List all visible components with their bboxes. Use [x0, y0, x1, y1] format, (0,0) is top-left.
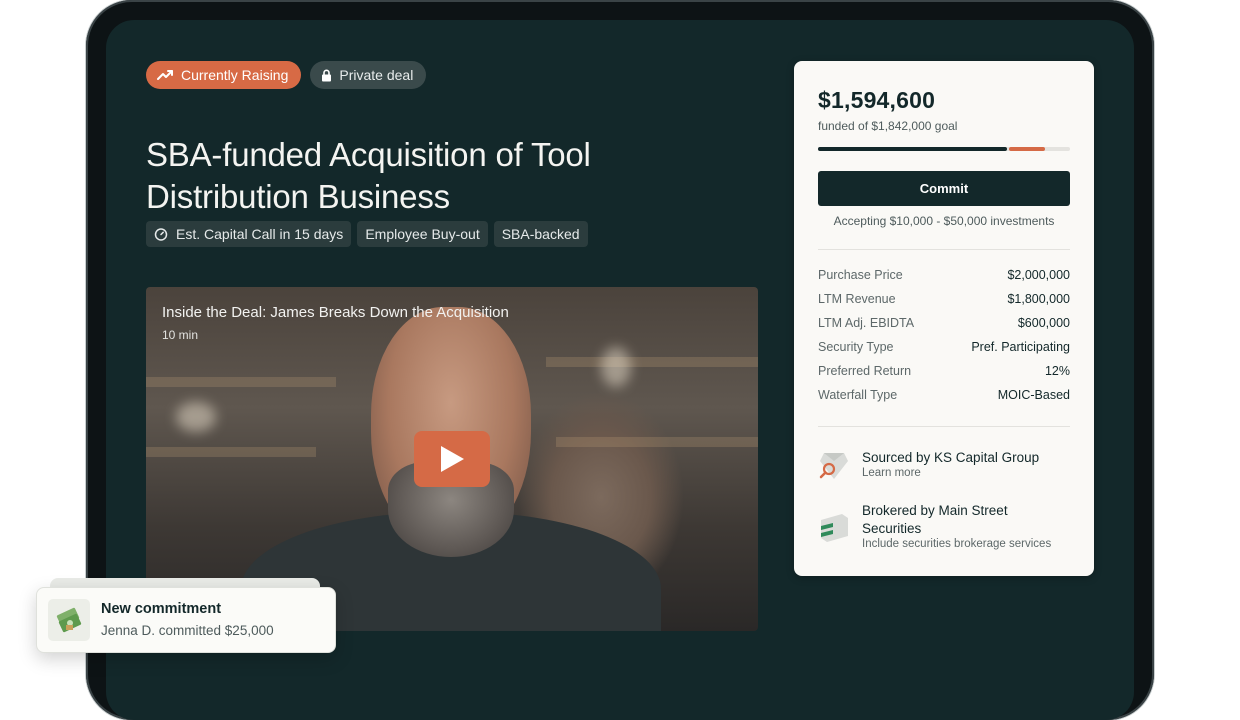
- lock-icon: [322, 69, 332, 81]
- video-shelf: [546, 357, 758, 367]
- stat-value: $2,000,000: [1007, 268, 1070, 282]
- investment-range: Accepting $10,000 - $50,000 investments: [833, 214, 1055, 228]
- video-light: [176, 402, 216, 432]
- stat-value: 12%: [1044, 364, 1070, 378]
- divider: [818, 426, 1070, 427]
- stat-value: $1,800,000: [1007, 292, 1070, 306]
- play-button[interactable]: [414, 431, 490, 487]
- notification-text: Jenna D. committed $25,000: [101, 623, 274, 638]
- employee-buyout-tag: Employee Buy-out: [357, 221, 488, 247]
- video-duration: 10 min: [162, 328, 199, 342]
- stat-label: Preferred Return: [818, 364, 912, 378]
- commitment-notification[interactable]: New commitment Jenna D. committed $25,00…: [36, 587, 336, 653]
- status-badges: Currently Raising Private deal: [146, 61, 427, 89]
- currently-raising-badge: Currently Raising: [146, 61, 302, 89]
- stat-row: LTM Adj. EBIDTA $600,000: [818, 316, 1070, 340]
- stat-row: Preferred Return 12%: [818, 364, 1070, 388]
- brokered-by-partner[interactable]: Brokered by Main Street Securities Inclu…: [818, 502, 1070, 554]
- deal-tags: Est. Capital Call in 15 days Employee Bu…: [146, 221, 588, 247]
- funded-progress-fill: [818, 147, 1007, 151]
- investment-card: $1,594,600 funded of $1,842,000 goal Com…: [794, 61, 1094, 576]
- stat-label: Waterfall Type: [818, 388, 898, 402]
- pending-progress-fill: [1009, 147, 1045, 151]
- deal-title: SBA-funded Acquisition of Tool Distribut…: [146, 136, 591, 216]
- stat-row: Waterfall Type MOIC-Based: [818, 388, 1070, 412]
- funded-amount: $1,594,600: [818, 87, 936, 113]
- stat-label: LTM Adj. EBIDTA: [818, 316, 915, 330]
- play-icon: [441, 446, 464, 472]
- sba-backed-tag: SBA-backed: [493, 221, 588, 247]
- money-icon: [48, 599, 90, 641]
- stat-label: Security Type: [818, 340, 894, 354]
- timer-icon: [154, 228, 168, 241]
- brokered-by-description: Include securities brokerage services: [862, 538, 1052, 550]
- trending-up-icon: [157, 70, 173, 80]
- employee-buyout-label: Employee Buy-out: [365, 226, 480, 242]
- stat-label: Purchase Price: [818, 268, 903, 282]
- stat-row: Purchase Price $2,000,000: [818, 268, 1070, 292]
- stat-label: LTM Revenue: [818, 292, 896, 306]
- deal-stats: Purchase Price $2,000,000 LTM Revenue $1,8…: [818, 268, 1070, 412]
- stat-value: Pref. Participating: [971, 340, 1070, 354]
- private-deal-label: Private deal: [339, 67, 414, 83]
- capital-call-label: Est. Capital Call in 15 days: [176, 226, 344, 242]
- video-light: [601, 347, 631, 387]
- currently-raising-label: Currently Raising: [181, 67, 289, 83]
- sourced-by-name: Sourced by KS Capital Group: [862, 450, 1040, 465]
- stat-row: LTM Revenue $1,800,000: [818, 292, 1070, 316]
- funding-goal: funded of $1,842,000 goal: [818, 119, 958, 133]
- brokered-by-name: Brokered by Main Street Securities: [862, 503, 1008, 536]
- video-shelf: [146, 447, 316, 457]
- video-shelf: [556, 437, 758, 447]
- notification-title: New commitment: [101, 601, 222, 617]
- sba-backed-label: SBA-backed: [501, 226, 580, 242]
- funding-progress-bar: [818, 147, 1070, 151]
- video-shelf: [146, 377, 336, 387]
- building-logo-icon: [821, 514, 848, 542]
- magnifier-logo-icon: [819, 453, 848, 479]
- capital-call-tag: Est. Capital Call in 15 days: [146, 221, 352, 247]
- divider: [818, 249, 1070, 250]
- stat-value: $600,000: [1017, 316, 1070, 330]
- video-title: Inside the Deal: James Breaks Down the A…: [162, 304, 509, 321]
- sourced-by-partner[interactable]: Sourced by KS Capital Group Learn more: [818, 449, 1070, 485]
- cash-icon: [56, 607, 82, 633]
- private-deal-badge: Private deal: [310, 61, 427, 89]
- commit-button[interactable]: Commit: [818, 171, 1070, 206]
- learn-more-link[interactable]: Learn more: [862, 467, 921, 479]
- stat-value: MOIC-Based: [997, 388, 1070, 402]
- stat-row: Security Type Pref. Participating: [818, 340, 1070, 364]
